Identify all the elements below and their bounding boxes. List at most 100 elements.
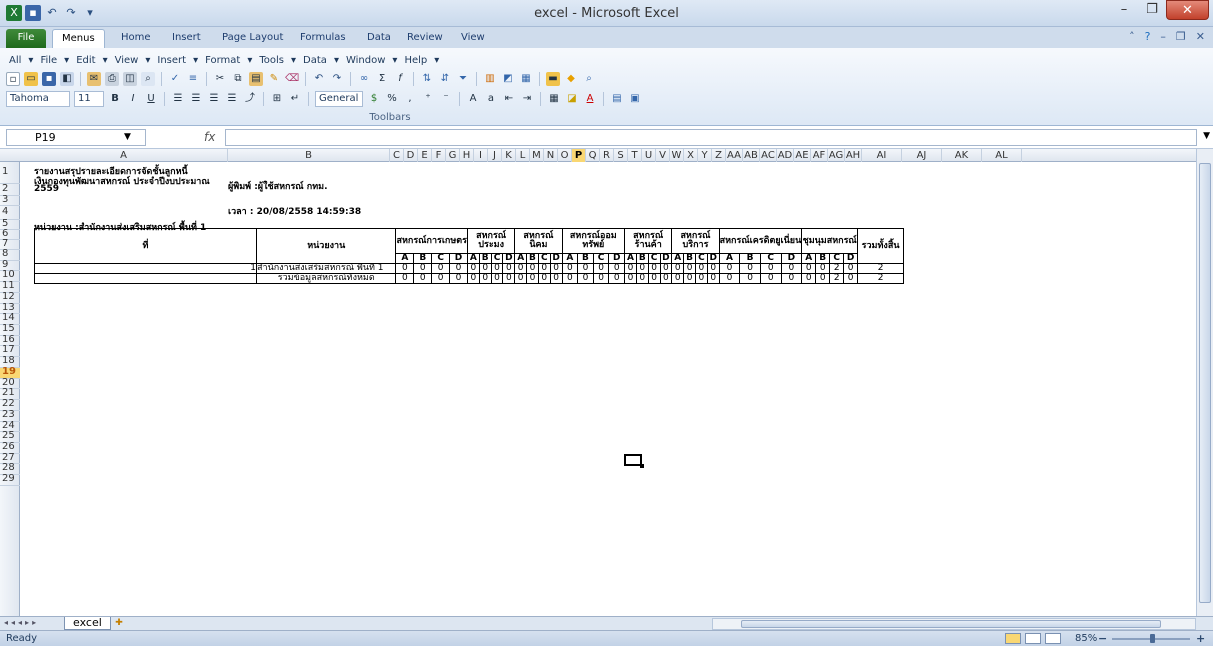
menu-tools[interactable]: Tools [256, 55, 287, 66]
column-header-af[interactable]: AF [811, 149, 828, 162]
column-header-x[interactable]: X [684, 149, 698, 162]
column-header-o[interactable]: O [558, 149, 572, 162]
column-header-l[interactable]: L [516, 149, 530, 162]
tab-file[interactable]: File [6, 29, 46, 48]
close-button[interactable]: ✕ [1166, 0, 1209, 20]
autosum-icon[interactable]: Σ [375, 72, 389, 86]
worksheet-grid[interactable]: รายงานสรุปรายละเอียดการจัดชั้นลูกหนี้ เง… [20, 162, 1196, 616]
print-icon[interactable]: ⎙ [105, 72, 119, 86]
percent-button[interactable]: % [385, 92, 399, 106]
currency-icon[interactable]: $ [367, 92, 381, 106]
tab-formulas[interactable]: Formulas [291, 29, 355, 48]
column-header-ac[interactable]: AC [760, 149, 777, 162]
name-box-dropdown-icon[interactable]: ▼ [124, 132, 131, 142]
insert-sheet-icon[interactable]: ✚ [108, 618, 130, 629]
column-header-ah[interactable]: AH [845, 149, 862, 162]
column-header-c[interactable]: C [390, 149, 404, 162]
column-header-m[interactable]: M [530, 149, 544, 162]
column-header-t[interactable]: T [628, 149, 642, 162]
tab-view[interactable]: View [452, 29, 494, 48]
column-header-al[interactable]: AL [982, 149, 1022, 162]
font-color-icon[interactable]: A [583, 92, 597, 106]
tab-page-layout[interactable]: Page Layout [213, 29, 292, 48]
font-size-dropdown[interactable]: 11 [74, 91, 104, 107]
column-header-ai[interactable]: AI [862, 149, 902, 162]
vertical-scrollbar[interactable] [1196, 149, 1213, 616]
zoom-level[interactable]: 85% [1075, 633, 1097, 644]
workbook-close-icon[interactable]: ✕ [1196, 30, 1205, 43]
tab-menus[interactable]: Menus [52, 29, 105, 48]
row-header-29[interactable]: 29 [0, 473, 20, 486]
align-center-icon[interactable]: ☰ [189, 92, 203, 106]
save-icon[interactable]: ▪ [42, 72, 56, 86]
normal-view-button[interactable] [1005, 633, 1021, 644]
copy-icon[interactable]: ⧉ [231, 72, 245, 86]
horizontal-scroll-thumb[interactable] [741, 620, 1161, 628]
table-icon[interactable]: ▦ [519, 72, 533, 86]
vertical-scroll-thumb[interactable] [1199, 163, 1211, 603]
menu-file[interactable]: File [37, 55, 60, 66]
tab-data[interactable]: Data [358, 29, 400, 48]
column-header-z[interactable]: Z [712, 149, 726, 162]
sheet-nav-arrows[interactable]: ◂◂◂▸▸ [4, 618, 39, 627]
conditional-format-icon[interactable]: ▤ [610, 92, 624, 106]
align-left-icon[interactable]: ☰ [171, 92, 185, 106]
row-header-1[interactable]: 1 [0, 162, 20, 184]
open-icon[interactable]: ▭ [24, 72, 38, 86]
column-header-v[interactable]: V [656, 149, 670, 162]
insert-function-button[interactable]: fx [204, 130, 215, 144]
underline-button[interactable]: U [144, 92, 158, 106]
page-break-view-button[interactable] [1045, 633, 1061, 644]
zoom-slider-knob[interactable] [1150, 634, 1155, 643]
column-header-q[interactable]: Q [586, 149, 600, 162]
cut-icon[interactable]: ✂ [213, 72, 227, 86]
orientation-icon[interactable]: ⤴ [243, 92, 257, 106]
page-layout-view-button[interactable] [1025, 633, 1041, 644]
menu-all[interactable]: All [6, 55, 24, 66]
minimize-ribbon-icon[interactable]: ˄ [1129, 30, 1135, 43]
zoom-out-button[interactable]: − [1098, 632, 1107, 645]
workbook-restore-icon[interactable]: ❐ [1176, 30, 1186, 43]
workbook-minimize-icon[interactable]: – [1160, 30, 1166, 43]
column-header-f[interactable]: F [432, 149, 446, 162]
thesaurus-icon[interactable]: ≡ [186, 72, 200, 86]
help-icon[interactable]: ? [1145, 30, 1151, 43]
sort-ascending-icon[interactable]: ⇅ [420, 72, 434, 86]
tab-home[interactable]: Home [112, 29, 160, 48]
column-header-h[interactable]: H [460, 149, 474, 162]
formula-input[interactable] [225, 129, 1197, 146]
format-painter-icon[interactable]: ✎ [267, 72, 281, 86]
column-header-b[interactable]: B [228, 149, 390, 162]
menu-window[interactable]: Window [343, 55, 388, 66]
column-header-ak[interactable]: AK [942, 149, 982, 162]
bold-button[interactable]: B [108, 92, 122, 106]
folder-icon[interactable]: ▬ [546, 72, 560, 86]
permission-icon[interactable]: ◧ [60, 72, 74, 86]
italic-button[interactable]: I [126, 92, 140, 106]
column-header-y[interactable]: Y [698, 149, 712, 162]
column-header-j[interactable]: J [488, 149, 502, 162]
hyperlink-icon[interactable]: ∞ [357, 72, 371, 86]
grow-font-icon[interactable]: A [466, 92, 480, 106]
shrink-font-icon[interactable]: a [484, 92, 498, 106]
restore-button[interactable]: ❐ [1138, 0, 1166, 20]
column-header-n[interactable]: N [544, 149, 558, 162]
increase-indent-icon[interactable]: ⇥ [520, 92, 534, 106]
column-header-k[interactable]: K [502, 149, 516, 162]
redo-icon[interactable]: ↷ [330, 72, 344, 86]
expand-formula-bar-icon[interactable]: ▼ [1203, 131, 1210, 141]
align-right-icon[interactable]: ☰ [207, 92, 221, 106]
comma-button[interactable]: , [403, 92, 417, 106]
tab-insert[interactable]: Insert [163, 29, 210, 48]
column-header-aa[interactable]: AA [726, 149, 743, 162]
decrease-indent-icon[interactable]: ⇤ [502, 92, 516, 106]
function-icon[interactable]: f [393, 72, 407, 86]
cell-styles-icon[interactable]: ▣ [628, 92, 642, 106]
wrap-text-icon[interactable]: ↵ [288, 92, 302, 106]
decrease-decimal-icon[interactable]: ⁻ [439, 92, 453, 106]
column-header-p[interactable]: P [572, 149, 586, 162]
new-icon[interactable]: ▫ [6, 72, 20, 86]
spelling-icon[interactable]: ✓ [168, 72, 182, 86]
column-header-r[interactable]: R [600, 149, 614, 162]
column-header-e[interactable]: E [418, 149, 432, 162]
